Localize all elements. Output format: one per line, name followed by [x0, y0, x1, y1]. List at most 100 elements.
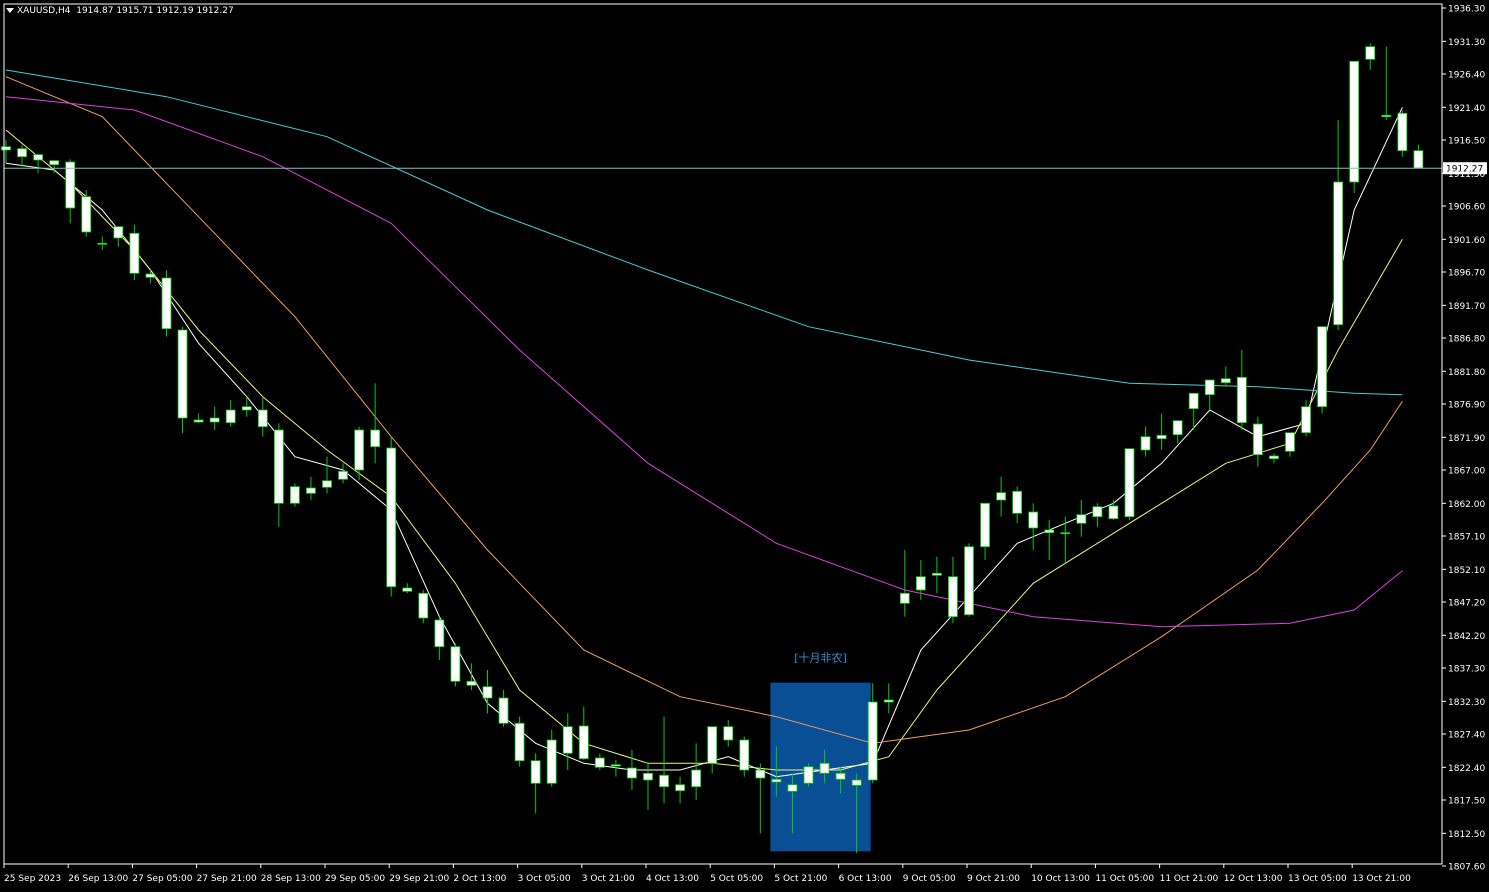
candle-body — [1028, 511, 1039, 529]
candle-body — [1044, 529, 1055, 534]
candle-body — [450, 646, 461, 682]
candle — [257, 396, 268, 437]
candle-body — [49, 160, 60, 166]
candle-body — [819, 762, 830, 774]
candle — [145, 270, 156, 284]
candle — [996, 476, 1006, 517]
candle-body — [964, 546, 974, 616]
candle — [1028, 503, 1039, 550]
y-tick-label: 1881.80 — [1448, 368, 1485, 378]
candle — [1108, 500, 1119, 520]
candle — [948, 556, 958, 624]
x-tick-label: 28 Sep 13:00 — [261, 874, 321, 884]
candle-body — [289, 486, 300, 504]
y-tick-label: 1926.40 — [1448, 71, 1485, 81]
candle-body — [594, 757, 605, 768]
candle — [322, 456, 332, 494]
y-tick-label: 1876.90 — [1448, 401, 1485, 411]
chart-window[interactable]: 1912.27 1936.30 1931.30 1926.40 1921.40 1916… — [0, 0, 1489, 892]
candle — [1269, 453, 1279, 464]
candle-body — [771, 778, 782, 783]
y-tick-label: 1906.60 — [1448, 203, 1485, 213]
candle — [659, 716, 669, 804]
y-tick-label: 1921.40 — [1448, 104, 1485, 114]
candle — [1156, 413, 1167, 450]
plot-frame — [3, 3, 1443, 865]
candle-body — [434, 619, 445, 648]
candle — [370, 383, 381, 464]
candle — [306, 476, 316, 500]
candle-body — [867, 701, 878, 781]
candle — [578, 706, 589, 760]
candle-body — [1365, 46, 1376, 60]
candle — [932, 556, 942, 594]
candle-body — [1349, 60, 1360, 183]
candle-body — [1156, 434, 1167, 440]
candle-body — [257, 409, 268, 428]
candle-body — [1381, 114, 1392, 118]
candle — [803, 763, 814, 787]
candle — [1204, 379, 1215, 410]
x-tick-label: 27 Sep 21:00 — [197, 874, 257, 884]
candle — [161, 270, 172, 337]
candle-body — [562, 726, 573, 754]
x-tick-label: 3 Oct 21:00 — [582, 874, 635, 884]
y-tick-label: 1886.80 — [1448, 335, 1485, 345]
candle-body — [354, 429, 365, 471]
candle-body — [1220, 378, 1231, 384]
candle-body — [306, 487, 316, 494]
candle-body — [787, 784, 798, 792]
candle — [1220, 366, 1231, 387]
y-tick-label: 1896.70 — [1448, 269, 1485, 279]
candle — [466, 663, 477, 690]
y-tick-label: 1847.20 — [1448, 599, 1485, 609]
moving-average-line-5 — [5, 69, 1403, 396]
candle-body — [241, 406, 252, 411]
candle-body — [835, 772, 846, 780]
x-tick-label: 9 Oct 21:00 — [967, 874, 1020, 884]
candle — [33, 153, 43, 174]
candle — [81, 190, 92, 237]
candle-body — [1333, 181, 1344, 326]
candle-body — [1301, 406, 1311, 434]
candle — [241, 396, 252, 417]
candle — [883, 683, 894, 714]
candle-body — [322, 480, 332, 488]
candle-body — [1397, 112, 1408, 152]
candle — [1397, 110, 1408, 157]
candle-body — [466, 680, 477, 686]
candle-body — [514, 722, 525, 762]
candle-body — [1092, 506, 1103, 518]
candle-body — [980, 502, 990, 548]
candle-body — [1124, 448, 1135, 518]
dropdown-triangle-icon[interactable] — [6, 8, 14, 13]
y-tick-label: 1867.00 — [1448, 467, 1485, 477]
x-tick-label: 5 Oct 21:00 — [774, 874, 827, 884]
candle-body — [627, 767, 637, 779]
x-tick-label: 12 Oct 13:00 — [1224, 874, 1283, 884]
candle — [755, 763, 766, 834]
candle-body — [1172, 420, 1183, 436]
candle — [627, 750, 637, 790]
y-tick-label: 1857.10 — [1448, 533, 1485, 543]
candle — [1333, 120, 1344, 330]
x-tick-label: 11 Oct 21:00 — [1160, 874, 1219, 884]
candle — [289, 483, 300, 507]
candle — [113, 226, 124, 247]
candle — [1, 140, 11, 164]
x-tick-label: 26 Sep 13:00 — [68, 874, 128, 884]
candle — [1060, 516, 1071, 564]
candle-body — [17, 148, 27, 158]
candle-body — [402, 587, 413, 592]
candle-body — [883, 699, 894, 703]
candle — [434, 616, 445, 660]
candle — [1317, 326, 1327, 414]
candle — [49, 160, 60, 174]
moving-average-line-3 — [5, 76, 1403, 744]
candle — [964, 543, 974, 617]
candle — [498, 690, 509, 727]
candle — [225, 400, 236, 427]
candle-body — [1253, 423, 1263, 456]
candle-body — [1413, 150, 1424, 169]
chart-canvas[interactable]: 1912.27 1936.301931.301926.401921.401916… — [0, 0, 1489, 892]
